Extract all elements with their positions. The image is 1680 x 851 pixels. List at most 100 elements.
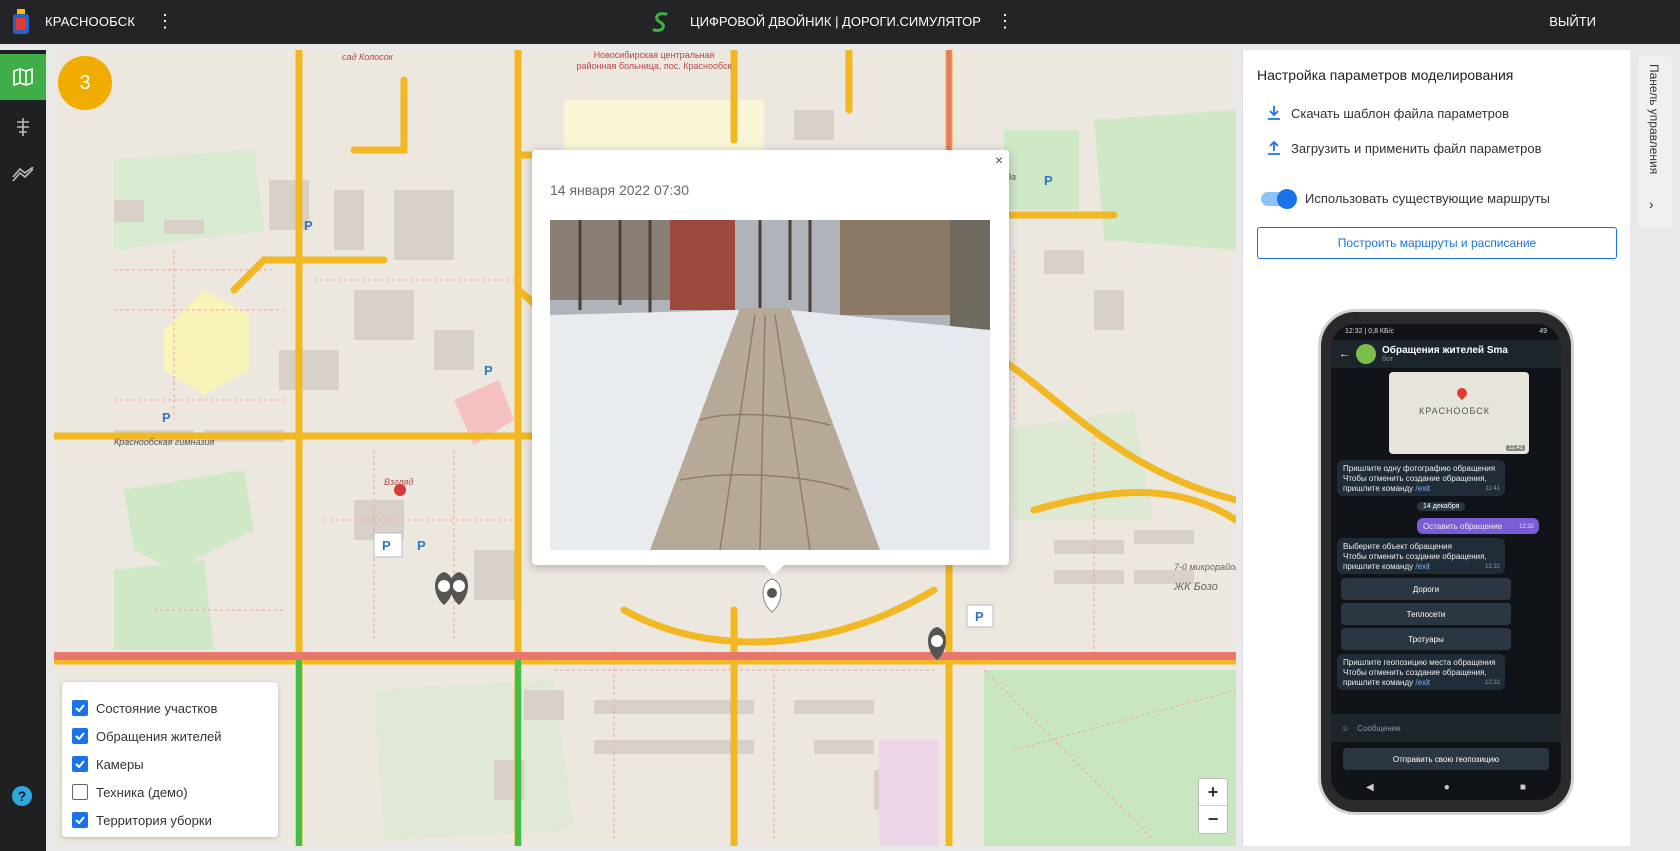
bot-message: Выберите объект обращения Чтобы отменить… bbox=[1337, 538, 1505, 574]
parking-label: P bbox=[1044, 173, 1053, 188]
nav-recent-icon[interactable]: ■ bbox=[1520, 782, 1526, 793]
layer-label: Состояние участков bbox=[96, 700, 218, 716]
parking-label: P bbox=[484, 363, 493, 378]
exit-command-link[interactable]: /exit bbox=[1415, 484, 1430, 493]
bot-option-sidewalks[interactable]: Тротуары bbox=[1341, 628, 1511, 650]
bot-option-heating[interactable]: Теплосети bbox=[1341, 603, 1511, 625]
zoom-in-button[interactable]: + bbox=[1199, 779, 1227, 806]
simulation-settings-panel: Настройка параметров моделирования Скача… bbox=[1242, 50, 1630, 846]
map-label-kindergarten: сад Колосок bbox=[342, 52, 394, 62]
checkbox-checked[interactable] bbox=[72, 700, 88, 716]
send-location-button[interactable]: Отправить свою геопозицию bbox=[1343, 748, 1549, 770]
upload-link-label: Загрузить и применить файл параметров bbox=[1291, 140, 1542, 156]
map-icon bbox=[13, 68, 33, 86]
layer-resident-appeals[interactable]: Обращения жителей bbox=[72, 722, 268, 750]
layer-vehicles-demo[interactable]: Техника (демо) bbox=[72, 778, 268, 806]
location-pin-icon bbox=[1454, 385, 1470, 401]
message-line: пришлите команду bbox=[1343, 484, 1414, 493]
use-existing-routes-row: Использовать существующие маршруты bbox=[1261, 188, 1550, 209]
nav-back-icon[interactable]: ◀ bbox=[1366, 782, 1374, 793]
layers-control: Состояние участков Обращения жителей Кам… bbox=[62, 682, 278, 837]
nav-home-icon[interactable]: ● bbox=[1444, 782, 1450, 793]
top-bar: КРАСНООБСК ⋮ ЦИФРОВОЙ ДВОЙНИК | ДОРОГИ.С… bbox=[0, 0, 1680, 44]
parking-label: P bbox=[382, 538, 391, 553]
message-time: 11:41 bbox=[1485, 486, 1500, 492]
app-menu-button[interactable]: ⋮ bbox=[996, 12, 1014, 30]
exit-command-link[interactable]: /exit bbox=[1415, 678, 1430, 687]
message-line: Выберите объект обращения bbox=[1343, 542, 1452, 551]
checkbox-checked[interactable] bbox=[72, 728, 88, 744]
chat-subtitle: бот bbox=[1382, 356, 1393, 363]
download-link-label: Скачать шаблон файла параметров bbox=[1291, 105, 1510, 121]
checkbox-checked[interactable] bbox=[72, 812, 88, 828]
check-icon bbox=[75, 732, 85, 740]
use-existing-routes-toggle[interactable] bbox=[1261, 188, 1297, 209]
upload-icon bbox=[1268, 140, 1280, 155]
message-input[interactable]: ☺ Сообщение bbox=[1331, 714, 1561, 742]
map-label-district: 7-й микрорайон bbox=[1174, 562, 1236, 572]
download-template-link[interactable]: Скачать шаблон файла параметров bbox=[1267, 105, 1509, 121]
back-arrow-icon: ← bbox=[1339, 348, 1350, 360]
parking-label: P bbox=[417, 538, 426, 553]
map-label-hospital: Новосибирская центральная районная больн… bbox=[576, 50, 732, 71]
build-routes-button[interactable]: Построить маршруты и расписание bbox=[1257, 227, 1617, 259]
cluster-counter-badge[interactable]: 3 bbox=[58, 56, 112, 110]
map-label-hospital-container: Новосибирская центральная районная больн… bbox=[576, 50, 732, 71]
message-line: пришлите команду bbox=[1343, 678, 1414, 687]
phone-mockup: 12:32 | 0,8 КБ/с 49 ← Обращения жителей … bbox=[1321, 312, 1571, 812]
chat-map-label: КРАСНООБСК bbox=[1419, 406, 1490, 416]
chat-map-preview: КРАСНООБСК 11:41 bbox=[1389, 372, 1529, 454]
panel-title: Настройка параметров моделирования bbox=[1257, 67, 1514, 83]
layer-sections-status[interactable]: Состояние участков bbox=[72, 694, 268, 722]
checkbox-checked[interactable] bbox=[72, 756, 88, 772]
app-title: ЦИФРОВОЙ ДВОЙНИК | ДОРОГИ.СИМУЛЯТОР bbox=[690, 14, 981, 29]
layer-label: Территория уборки bbox=[96, 812, 212, 828]
layer-cameras[interactable]: Камеры bbox=[72, 750, 268, 778]
message-line: Чтобы отменить создание обращения, bbox=[1343, 552, 1487, 561]
exit-command-link[interactable]: /exit bbox=[1415, 562, 1430, 571]
parking-label: P bbox=[304, 218, 313, 233]
left-sidebar: ? bbox=[0, 50, 46, 851]
park-area bbox=[1094, 110, 1236, 250]
bot-avatar bbox=[1356, 344, 1376, 364]
emoji-icon[interactable]: ☺ bbox=[1341, 724, 1349, 733]
bot-message: Пришлите одну фотографию обращения Чтобы… bbox=[1337, 460, 1505, 496]
control-panel-tab[interactable]: Панель управления › bbox=[1638, 56, 1672, 228]
phone-status-right: 49 bbox=[1539, 328, 1547, 335]
layer-label: Обращения жителей bbox=[96, 728, 222, 744]
zoom-control: + − bbox=[1198, 778, 1228, 834]
nav-map[interactable] bbox=[0, 54, 46, 100]
layer-cleaning-territory[interactable]: Территория уборки bbox=[72, 806, 268, 834]
route-icon bbox=[17, 118, 29, 136]
appeal-popup: × 14 января 2022 07:30 bbox=[532, 150, 1009, 565]
upload-params-link[interactable]: Загрузить и применить файл параметров bbox=[1267, 140, 1542, 156]
logout-button[interactable]: ВЫЙТИ bbox=[1549, 14, 1596, 29]
checkbox-unchecked[interactable] bbox=[72, 784, 88, 800]
parking-label: P bbox=[975, 609, 984, 624]
bot-option-roads[interactable]: Дороги bbox=[1341, 578, 1511, 600]
city-menu-button[interactable]: ⋮ bbox=[156, 12, 174, 30]
nav-analytics[interactable] bbox=[0, 152, 46, 198]
date-chip: 14 декабря bbox=[1417, 502, 1466, 511]
building-pink bbox=[879, 740, 939, 846]
map-label-zhk: ЖК Бозо bbox=[1173, 581, 1218, 593]
bot-message: Пришлите геопозицию места обращения Чтоб… bbox=[1337, 654, 1505, 690]
chat-map-time: 11:41 bbox=[1506, 445, 1525, 451]
popup-close-button[interactable]: × bbox=[995, 152, 1003, 168]
nav-routes[interactable] bbox=[0, 104, 46, 150]
help-button[interactable]: ? bbox=[12, 786, 32, 806]
android-nav-bar: ◀ ● ■ bbox=[1331, 774, 1561, 800]
message-time: 12:32 bbox=[1484, 680, 1500, 686]
medical-point-icon bbox=[394, 484, 406, 496]
download-icon bbox=[1268, 106, 1280, 120]
phone-screen: 12:32 | 0,8 КБ/с 49 ← Обращения жителей … bbox=[1331, 324, 1561, 800]
message-line: Чтобы отменить создание обращения, bbox=[1343, 474, 1487, 483]
chart-icon bbox=[12, 167, 34, 182]
toggle-label: Использовать существующие маршруты bbox=[1305, 191, 1550, 206]
check-icon bbox=[75, 704, 85, 712]
message-time: 12:32 bbox=[1518, 524, 1534, 530]
zoom-out-button[interactable]: − bbox=[1199, 806, 1227, 833]
message-time: 12:32 bbox=[1484, 564, 1500, 570]
city-name: КРАСНООБСК bbox=[45, 14, 136, 29]
chevron-right-icon: › bbox=[1649, 196, 1654, 212]
